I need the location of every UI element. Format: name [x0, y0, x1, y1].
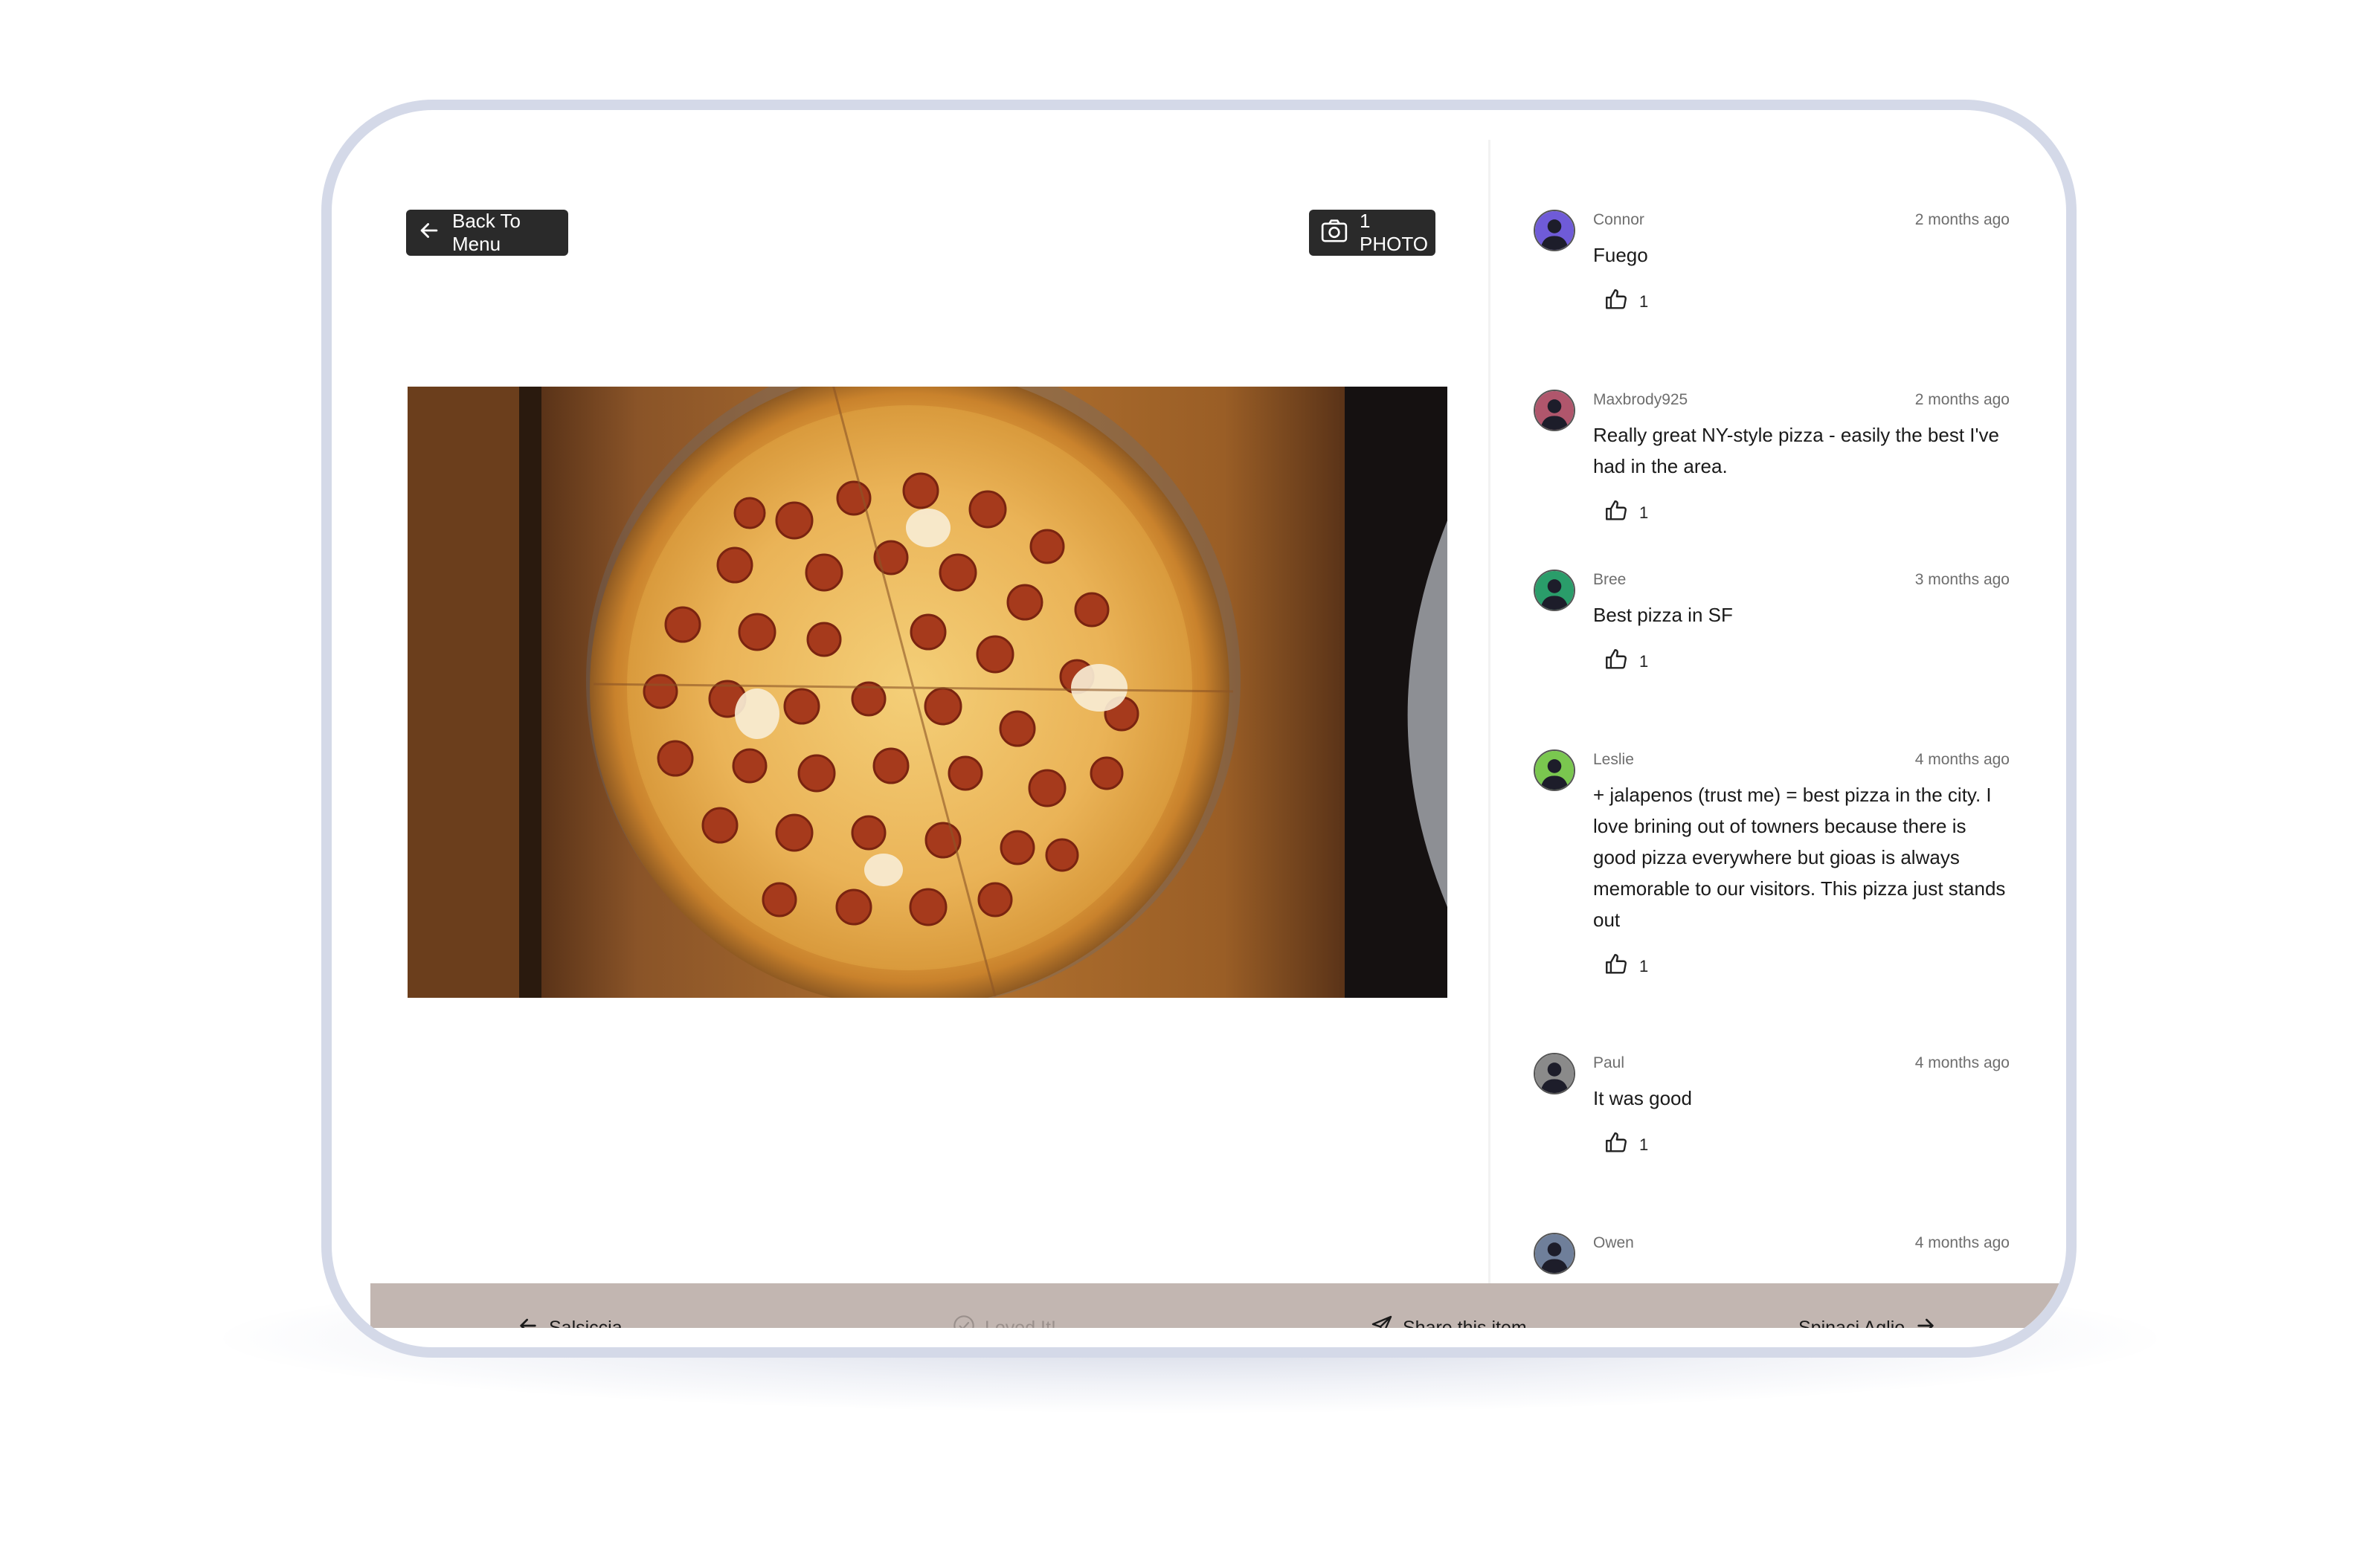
- user-avatar: [1534, 390, 1575, 431]
- like-button[interactable]: 1: [1604, 498, 1648, 528]
- like-button[interactable]: 1: [1604, 647, 1648, 677]
- pizza-photo[interactable]: [408, 387, 1447, 998]
- thumbs-up-icon: [1604, 647, 1629, 677]
- arrow-left-icon: [516, 1314, 540, 1328]
- like-count: 1: [1639, 503, 1649, 522]
- back-to-menu-label: Back To Menu: [452, 210, 521, 255]
- comment-text: It was good: [1593, 1087, 1692, 1109]
- user-avatar: [1534, 1233, 1575, 1274]
- thumbs-up-icon: [1604, 498, 1629, 528]
- comment-username[interactable]: Maxbrody925: [1593, 391, 1688, 409]
- thumbs-up-icon: [1604, 1130, 1629, 1160]
- check-circle-icon: [952, 1314, 976, 1328]
- comment-timestamp: 4 months ago: [1914, 1054, 2010, 1071]
- previous-item-button[interactable]: Salsiccia: [516, 1283, 623, 1328]
- like-count: 1: [1639, 652, 1649, 671]
- comment-timestamp: 3 months ago: [1914, 571, 2010, 588]
- tablet-frame: Back To Menu 1 PHOTO Connor 2 months ago…: [321, 100, 2077, 1358]
- camera-icon: [1319, 216, 1349, 251]
- next-item-button[interactable]: Spinaci Aglio: [1798, 1283, 1937, 1328]
- like-button[interactable]: 1: [1604, 952, 1648, 981]
- photo-count-button[interactable]: 1 PHOTO: [1309, 210, 1435, 256]
- like-count: 1: [1639, 957, 1649, 975]
- back-to-menu-button[interactable]: Back To Menu: [406, 210, 568, 256]
- like-button[interactable]: 1: [1604, 287, 1648, 317]
- comment-timestamp: 2 months ago: [1914, 211, 2010, 228]
- next-item-label: Spinaci Aglio: [1798, 1317, 1905, 1329]
- comment-timestamp: 4 months ago: [1914, 751, 2010, 768]
- like-button[interactable]: 1: [1604, 1130, 1648, 1160]
- stage: Back To Menu 1 PHOTO Connor 2 months ago…: [0, 0, 2380, 1548]
- previous-item-label: Salsiccia: [549, 1317, 623, 1329]
- app-screen: Back To Menu 1 PHOTO Connor 2 months ago…: [370, 140, 2060, 1328]
- share-item-button[interactable]: Share this item: [1370, 1283, 1527, 1328]
- user-avatar: [1534, 570, 1575, 611]
- user-avatar: [1534, 749, 1575, 791]
- loved-it-button[interactable]: Loved It!: [952, 1283, 1056, 1328]
- arrow-right-icon: [1914, 1314, 1937, 1328]
- comment-text: Best pizza in SF: [1593, 604, 1733, 626]
- share-item-label: Share this item: [1403, 1317, 1527, 1329]
- comment-timestamp: 2 months ago: [1914, 391, 2010, 408]
- arrow-left-icon: [416, 218, 442, 248]
- thumbs-up-icon: [1604, 287, 1629, 317]
- user-avatar: [1534, 210, 1575, 251]
- item-navigation-bar: Salsiccia Loved It! Share this item Spin…: [370, 1283, 2060, 1328]
- loved-it-label: Loved It!: [985, 1317, 1056, 1329]
- comment-text: Fuego: [1593, 244, 1648, 266]
- comment-username[interactable]: Connor: [1593, 211, 1644, 229]
- item-detail-pane: Back To Menu 1 PHOTO: [370, 140, 1476, 1283]
- comment-username[interactable]: Leslie: [1593, 751, 1634, 769]
- comment-username[interactable]: Owen: [1593, 1234, 1634, 1252]
- pane-divider: [1488, 140, 1490, 1283]
- photo-count-label: 1 PHOTO: [1360, 210, 1428, 255]
- comments-list: Connor 2 months ago Fuego 1 Maxbrody925 …: [1534, 140, 2010, 1283]
- thumbs-up-icon: [1604, 952, 1629, 981]
- comment-text: Really great NY-style pizza - easily the…: [1593, 424, 1999, 477]
- like-count: 1: [1639, 292, 1649, 311]
- comment-username[interactable]: Paul: [1593, 1054, 1624, 1072]
- send-icon: [1370, 1314, 1394, 1328]
- comment-text: + jalapenos (trust me) = best pizza in t…: [1593, 784, 2006, 931]
- user-avatar: [1534, 1053, 1575, 1094]
- comment-username[interactable]: Bree: [1593, 571, 1626, 589]
- comment-timestamp: 4 months ago: [1914, 1234, 2010, 1251]
- like-count: 1: [1639, 1135, 1649, 1154]
